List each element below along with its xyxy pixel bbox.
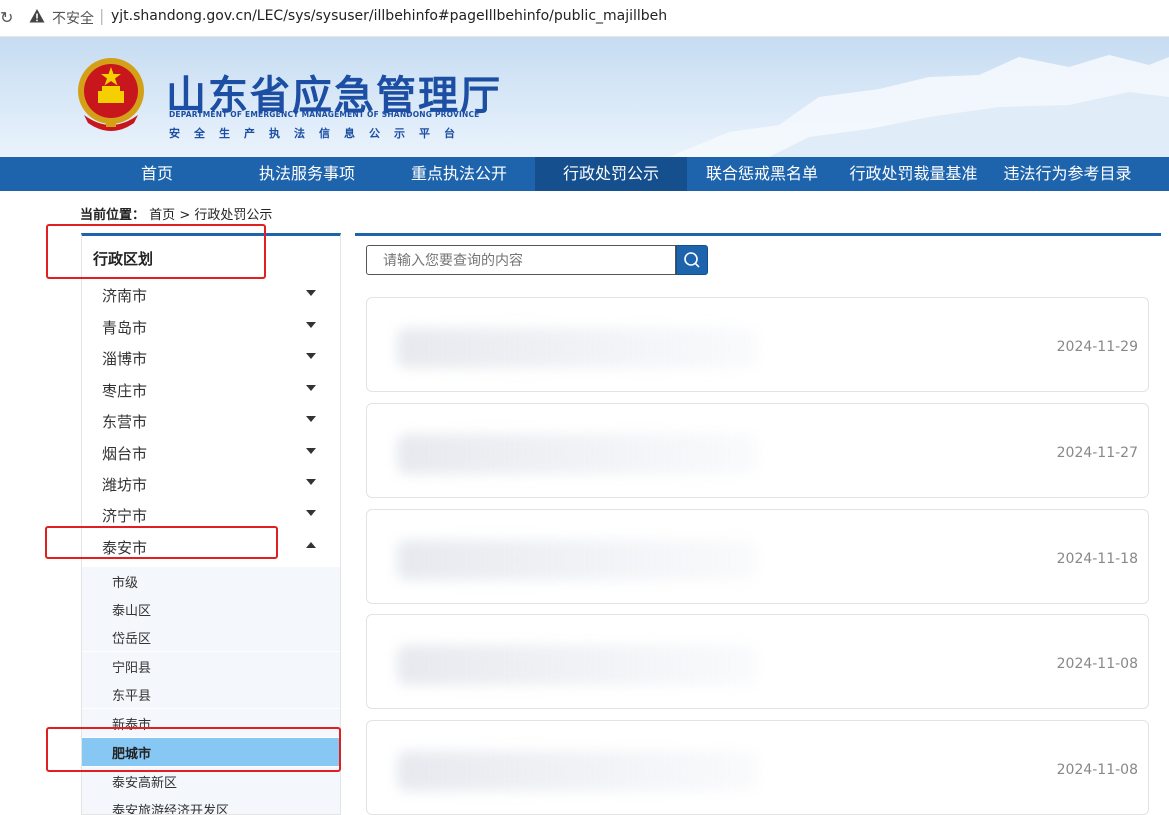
sidebar-item-weifang[interactable]: 潍坊市 — [82, 468, 340, 498]
site-subtitle-en: DEPARTMENT OF EMERGENCY MANAGEMENT OF SH… — [169, 110, 480, 119]
chevron-down-icon — [306, 385, 316, 391]
nav-item-blacklist[interactable]: 联合惩戒黑名单 — [687, 157, 837, 191]
breadcrumb-prefix: 当前位置： — [80, 208, 146, 223]
record-title-redacted — [397, 540, 757, 580]
record-date: 2024-11-18 — [1056, 551, 1138, 567]
sidebar-item-label: 泰安市 — [102, 539, 148, 557]
sidebar-item-jining[interactable]: 济宁市 — [82, 499, 340, 529]
results-panel: 2024-11-29 2024-11-27 2024-11-18 2024-11… — [355, 233, 1161, 815]
district-item-label: 泰安旅游经济开发区 — [112, 804, 230, 815]
district-item-taian-hitech[interactable]: 泰安高新区 — [82, 767, 340, 795]
sidebar-item-dongying[interactable]: 东营市 — [82, 405, 340, 435]
search-icon — [684, 252, 700, 268]
sidebar-item-label: 济宁市 — [102, 507, 148, 525]
site-subtitle-cn: 安全生产执法信息公示平台 — [169, 127, 469, 140]
breadcrumb-current: 行政处罚公示 — [194, 208, 273, 223]
url-separator: | — [99, 6, 105, 25]
sidebar-item-label: 青岛市 — [102, 319, 148, 337]
district-item-label: 岱岳区 — [112, 632, 152, 647]
chevron-down-icon — [306, 479, 316, 485]
breadcrumb-home[interactable]: 首页 — [149, 208, 175, 223]
sidebar-item-label: 济南市 — [102, 287, 148, 305]
search-input[interactable] — [381, 247, 675, 275]
breadcrumb: 当前位置： 首页 > 行政处罚公示 — [80, 204, 272, 223]
sidebar-item-jinan[interactable]: 济南市 — [82, 279, 340, 309]
chevron-down-icon — [306, 353, 316, 359]
district-item-label: 东平县 — [112, 689, 152, 704]
district-item-label: 市级 — [112, 576, 139, 591]
site-banner: 山东省应急管理厅 DEPARTMENT OF EMERGENCY MANAGEM… — [0, 37, 1169, 157]
national-emblem-icon — [78, 58, 144, 131]
nav-item-services[interactable]: 执法服务事项 — [232, 157, 382, 191]
district-item-label: 泰安高新区 — [112, 776, 178, 791]
district-item-daiyue[interactable]: 岱岳区 — [82, 623, 340, 651]
record-date: 2024-11-08 — [1056, 656, 1138, 672]
record-title-redacted — [397, 434, 757, 474]
province-map-graphic — [669, 55, 1169, 157]
nav-item-penalty-standards[interactable]: 行政处罚裁量基准 — [837, 157, 990, 191]
chevron-down-icon — [306, 322, 316, 328]
sidebar-item-yantai[interactable]: 烟台市 — [82, 437, 340, 467]
record-card[interactable]: 2024-11-18 — [366, 509, 1149, 604]
district-item-dongping[interactable]: 东平县 — [82, 680, 340, 708]
reload-icon[interactable]: ↻ — [0, 8, 13, 27]
district-item-xintai[interactable]: 新泰市 — [82, 709, 340, 737]
url-text[interactable]: yjt.shandong.gov.cn/LEC/sys/sysuser/illb… — [111, 8, 667, 24]
district-item-city-level[interactable]: 市级 — [82, 567, 340, 595]
record-card[interactable]: 2024-11-08 — [366, 720, 1149, 815]
sidebar-item-label: 东营市 — [102, 413, 148, 431]
district-item-taian-tourism[interactable]: 泰安旅游经济开发区 — [82, 795, 340, 815]
search-box — [366, 245, 676, 275]
record-date: 2024-11-08 — [1056, 762, 1138, 778]
chevron-down-icon — [306, 510, 316, 516]
sidebar-item-label: 枣庄市 — [102, 382, 148, 400]
record-card[interactable]: 2024-11-08 — [366, 614, 1149, 709]
search-button[interactable] — [676, 245, 708, 275]
nav-item-penalty-disclosure[interactable]: 行政处罚公示 — [535, 157, 687, 191]
district-item-label: 新泰市 — [112, 718, 152, 733]
browser-url-bar: ↻ 不安全 | yjt.shandong.gov.cn/LEC/sys/sysu… — [0, 0, 1169, 37]
sidebar-item-zaozhuang[interactable]: 枣庄市 — [82, 374, 340, 404]
main-nav: 首页 执法服务事项 重点执法公开 行政处罚公示 联合惩戒黑名单 行政处罚裁量基准… — [0, 157, 1169, 191]
nav-item-key-enforcement[interactable]: 重点执法公开 — [383, 157, 535, 191]
sidebar-heading: 行政区划 — [93, 250, 154, 268]
district-item-label: 肥城市 — [112, 747, 152, 762]
district-item-label: 泰山区 — [112, 604, 152, 619]
record-title-redacted — [397, 328, 757, 368]
district-item-taishan[interactable]: 泰山区 — [82, 595, 340, 623]
chevron-up-icon — [306, 542, 316, 548]
district-item-label: 宁阳县 — [112, 661, 152, 676]
record-date: 2024-11-29 — [1056, 339, 1138, 355]
record-title-redacted — [397, 645, 757, 685]
chevron-down-icon — [306, 448, 316, 454]
district-item-ningyang[interactable]: 宁阳县 — [82, 652, 340, 680]
sidebar-item-taian[interactable]: 泰安市 — [82, 531, 340, 561]
sidebar-item-label: 潍坊市 — [102, 476, 148, 494]
insecure-label[interactable]: 不安全 — [52, 8, 94, 28]
nav-item-violation-catalog[interactable]: 违法行为参考目录 — [990, 157, 1145, 191]
region-sidebar: 行政区划 济南市 青岛市 淄博市 枣庄市 东营市 烟台市 潍坊市 济宁市 泰安市… — [81, 233, 341, 815]
record-card[interactable]: 2024-11-27 — [366, 403, 1149, 498]
warning-icon[interactable] — [29, 8, 45, 24]
chevron-down-icon — [306, 416, 316, 422]
sidebar-item-label: 烟台市 — [102, 445, 148, 463]
nav-item-home[interactable]: 首页 — [82, 157, 232, 191]
sidebar-item-qingdao[interactable]: 青岛市 — [82, 311, 340, 341]
record-card[interactable]: 2024-11-29 — [366, 297, 1149, 392]
district-item-feicheng[interactable]: 肥城市 — [82, 738, 340, 766]
sidebar-item-zibo[interactable]: 淄博市 — [82, 342, 340, 372]
breadcrumb-arrow: > — [179, 208, 191, 223]
record-title-redacted — [397, 751, 757, 791]
record-date: 2024-11-27 — [1056, 445, 1138, 461]
chevron-down-icon — [306, 290, 316, 296]
sidebar-item-label: 淄博市 — [102, 350, 148, 368]
